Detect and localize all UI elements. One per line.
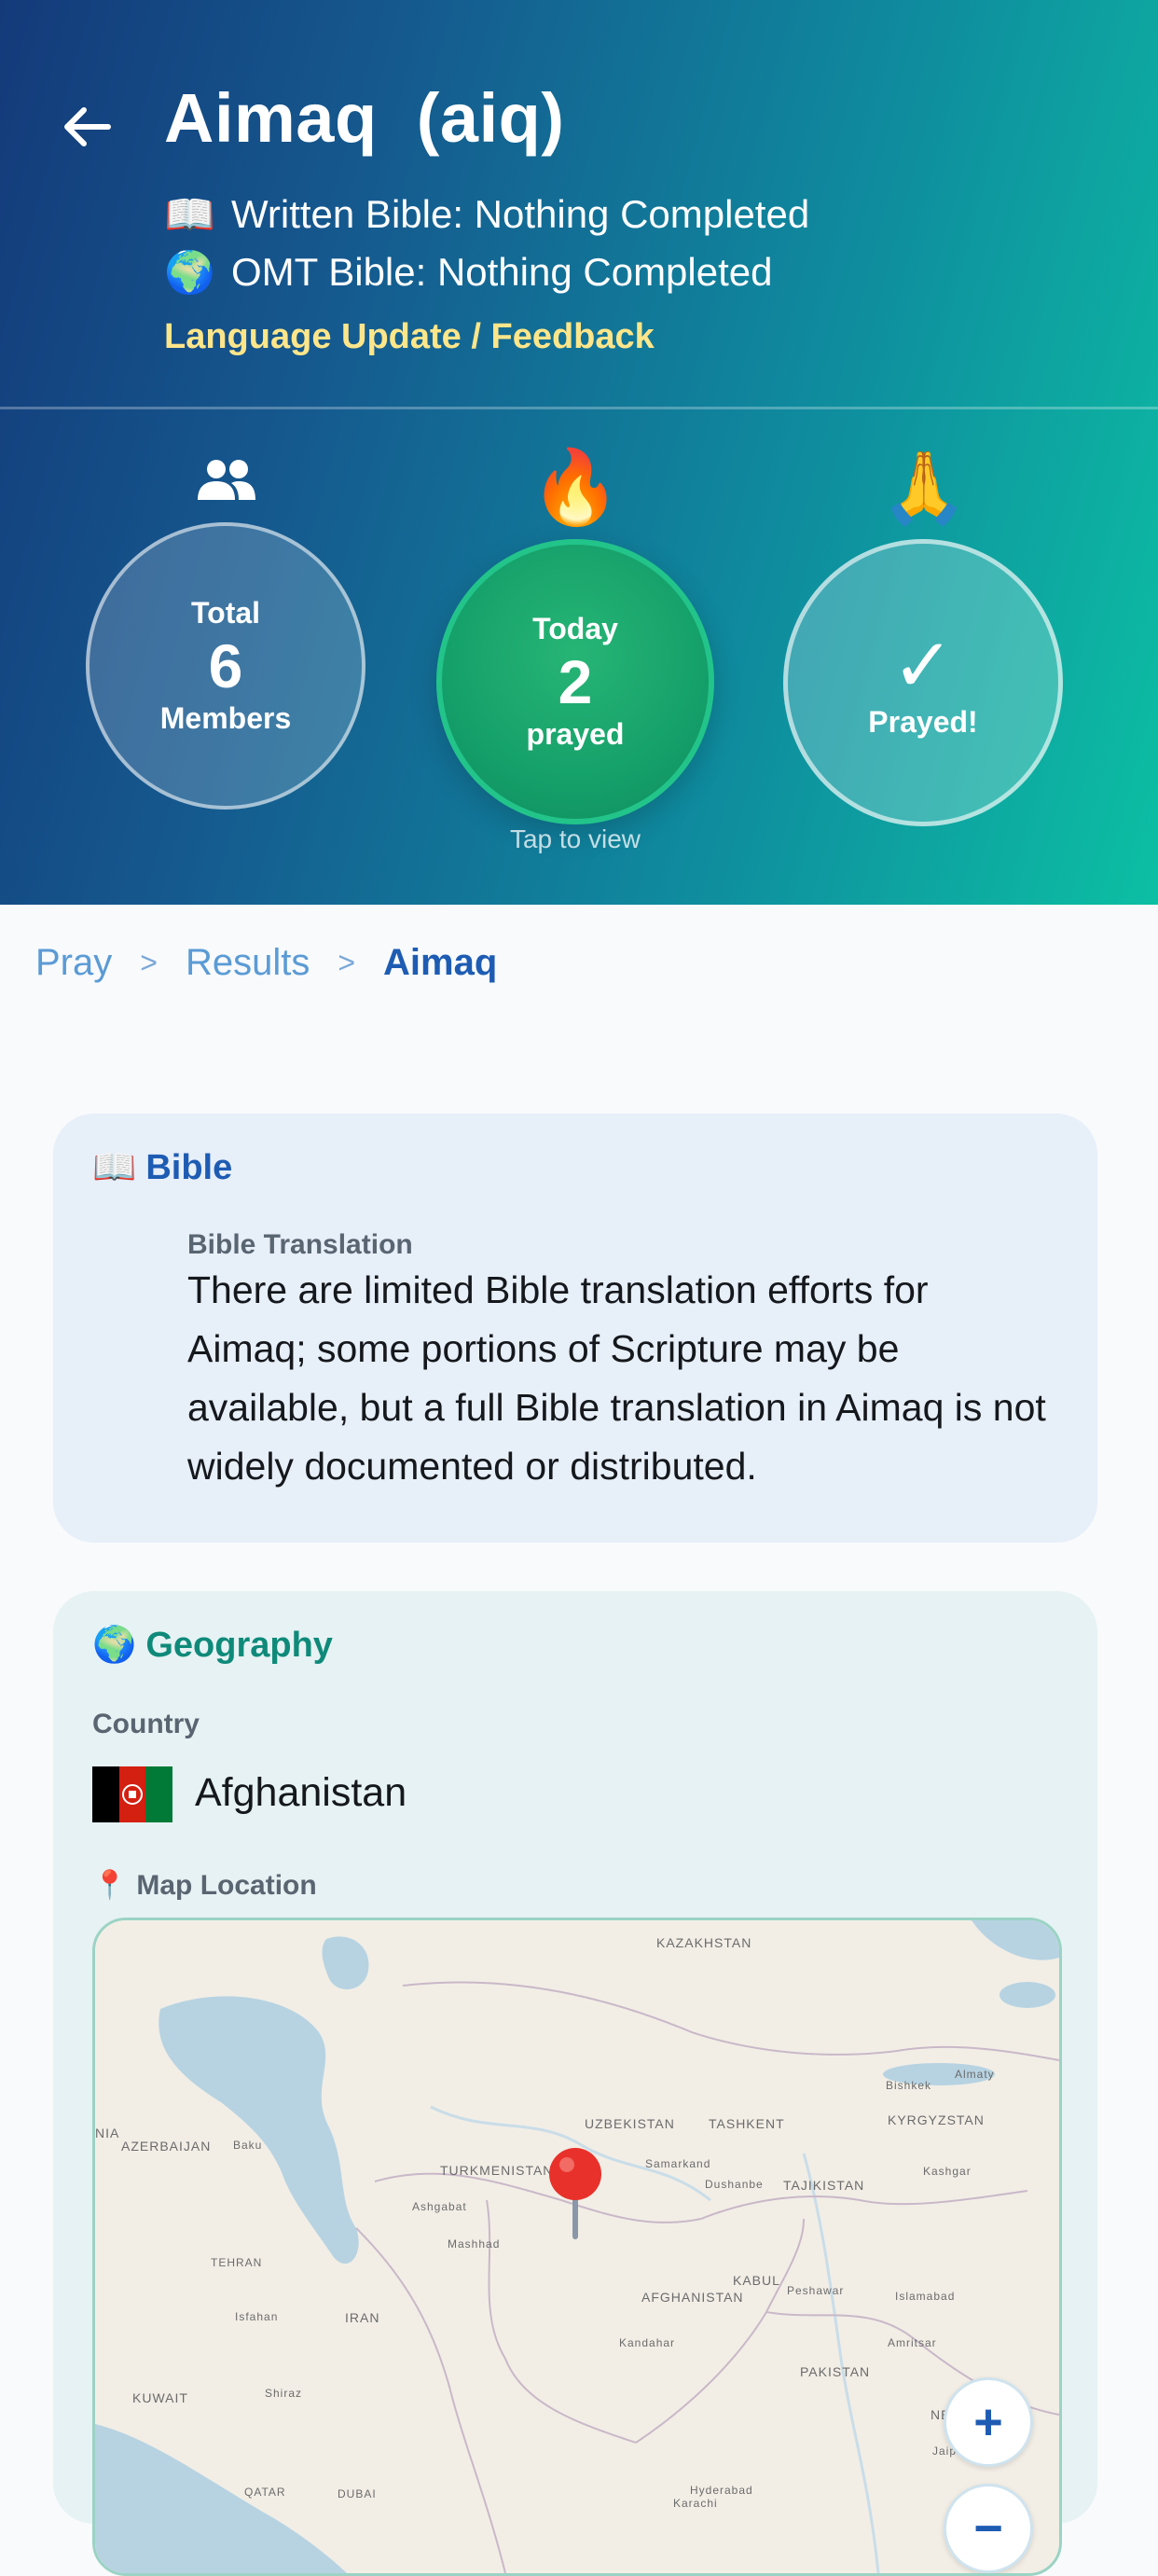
- people-icon: [175, 429, 278, 532]
- map-location-label: 📍 Map Location: [92, 1869, 317, 1902]
- map-label: Shiraz: [265, 2387, 303, 2400]
- zoom-in-button[interactable]: +: [944, 2377, 1033, 2467]
- prayed-button[interactable]: ✓ Prayed!: [783, 539, 1063, 826]
- breadcrumb-separator: >: [338, 946, 356, 979]
- language-title: Aimaq (aiq): [164, 79, 565, 157]
- globe-icon: 🌍: [92, 1626, 137, 1665]
- map-label: Samarkand: [645, 2157, 711, 2170]
- map-label: Ashgabat: [412, 2200, 467, 2213]
- map-background: [95, 1920, 1059, 2573]
- map-label: PAKISTAN: [800, 2364, 871, 2379]
- country-name: Afghanistan: [195, 1770, 407, 1815]
- bible-card: 📖 Bible Bible Translation There are limi…: [53, 1114, 1097, 1543]
- bible-card-title: 📖 Bible: [92, 1147, 232, 1188]
- map-label: Baku: [233, 2139, 263, 2152]
- globe-icon: 🌍: [164, 250, 215, 296]
- total-label: Total: [190, 596, 261, 630]
- map-label: Isfahan: [235, 2310, 279, 2323]
- map-label: KUWAIT: [132, 2390, 188, 2405]
- map-label: Kandahar: [619, 2336, 676, 2349]
- omt-bible-status-text: OMT Bible: Nothing Completed: [231, 250, 773, 294]
- breadcrumb: Pray > Results > Aimaq: [35, 942, 497, 984]
- written-bible-status-text: Written Bible: Nothing Completed: [231, 192, 810, 236]
- prayed-label: prayed: [526, 717, 625, 751]
- breadcrumb-results[interactable]: Results: [186, 942, 310, 984]
- total-members-circle[interactable]: Total 6 Members: [86, 522, 365, 810]
- map-label: AFGHANISTAN: [641, 2290, 744, 2305]
- map-label: QATAR: [244, 2486, 286, 2499]
- breadcrumb-pray[interactable]: Pray: [35, 942, 112, 984]
- map-label: DUBAI: [338, 2487, 377, 2500]
- map-label: IRAN: [345, 2310, 380, 2325]
- map-label: Karachi: [673, 2497, 718, 2510]
- map-label: Peshawar: [787, 2284, 845, 2297]
- breadcrumb-separator: >: [140, 946, 158, 979]
- map-label: TURKMENISTAN: [440, 2163, 554, 2178]
- praying-hands-icon: 🙏: [879, 449, 969, 528]
- tap-to-view-hint: Tap to view: [509, 824, 641, 853]
- geography-card-title-text: Geography: [145, 1625, 333, 1665]
- bible-translation-label: Bible Translation: [187, 1229, 413, 1260]
- omt-bible-status: 🌍 OMT Bible: Nothing Completed: [164, 248, 773, 297]
- map-label: TAJIKISTAN: [783, 2178, 865, 2193]
- back-button[interactable]: [54, 93, 121, 160]
- pin-icon: 📍: [92, 1870, 128, 1901]
- map-label: AZERBAIJAN: [121, 2139, 212, 2154]
- map-label: Islamabad: [895, 2290, 956, 2303]
- map-view[interactable]: KAZAKHSTAN UZBEKISTAN TASHKENT KYRGYZSTA…: [92, 1918, 1062, 2576]
- map-label: Kashgar: [923, 2165, 972, 2178]
- written-bible-status: 📖 Written Bible: Nothing Completed: [164, 190, 809, 239]
- map-label: KYRGYZSTAN: [888, 2112, 985, 2127]
- map-label: KAZAKHSTAN: [656, 1935, 752, 1950]
- map-label: Almaty: [955, 2068, 995, 2081]
- today-label: Today: [532, 612, 618, 645]
- country-label: Country: [92, 1709, 200, 1739]
- members-label: Members: [159, 701, 292, 735]
- map-label: TEHRAN: [211, 2256, 263, 2269]
- today-prayed-circle[interactable]: Today 2 prayed: [436, 539, 714, 824]
- map-label: Mashhad: [448, 2237, 501, 2251]
- map-label: Dushanbe: [705, 2178, 764, 2191]
- map-label: Bishkek: [886, 2079, 932, 2092]
- map-label: KABUL: [733, 2273, 780, 2288]
- arrow-left-icon: [64, 107, 111, 146]
- map-location-label-text: Map Location: [136, 1869, 317, 1901]
- map-label: TASHKENT: [709, 2116, 785, 2131]
- check-icon: ✓: [891, 623, 955, 707]
- map-label: NIA: [95, 2126, 120, 2140]
- geography-card-title: 🌍 Geography: [92, 1625, 333, 1666]
- bible-card-title-text: Bible: [145, 1147, 233, 1187]
- zoom-out-button[interactable]: −: [944, 2484, 1033, 2573]
- header-divider: [0, 407, 1158, 409]
- bible-translation-text: There are limited Bible translation effo…: [187, 1268, 1046, 1488]
- fire-icon: 🔥: [530, 446, 621, 528]
- geography-card: 🌍 Geography Country Afghanistan 📍 Map Lo…: [53, 1591, 1097, 2576]
- book-icon: 📖: [92, 1148, 137, 1187]
- today-prayed-count: 2: [558, 647, 593, 716]
- afghanistan-flag-icon: [92, 1766, 172, 1822]
- map-label: Hyderabad: [690, 2484, 753, 2497]
- language-feedback-link[interactable]: Language Update / Feedback: [164, 317, 655, 357]
- total-members-count: 6: [208, 631, 243, 700]
- map-label: UZBEKISTAN: [585, 2116, 675, 2131]
- breadcrumb-current: Aimaq: [383, 942, 498, 983]
- language-header: Aimaq (aiq) 📖 Written Bible: Nothing Com…: [0, 0, 1158, 905]
- map-label: Amritsar: [888, 2336, 937, 2349]
- prayed-button-label: Prayed!: [868, 704, 978, 739]
- map-pin-icon[interactable]: [545, 2144, 606, 2247]
- book-icon: 📖: [164, 192, 215, 238]
